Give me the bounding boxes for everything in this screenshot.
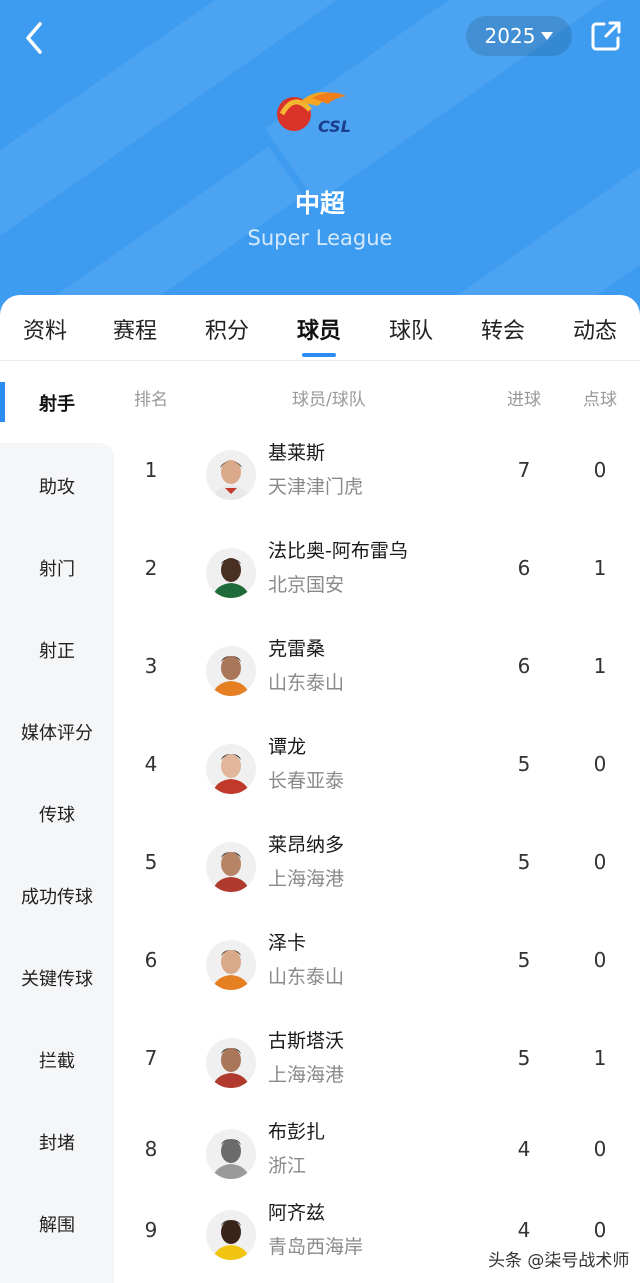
table-row[interactable]: 6 泽卡 山东泰山 5 0 (114, 918, 640, 1016)
league-name: 中超 (294, 189, 345, 218)
player-name: 古斯塔沃 (268, 1030, 345, 1052)
table-row[interactable]: 4 谭龙 长春亚泰 5 0 (114, 722, 640, 820)
column-header-player: 球员/球队 (292, 390, 366, 410)
player-avatar (206, 1210, 256, 1260)
caret-down-icon (541, 32, 554, 40)
player-penalties: 0 (593, 948, 607, 972)
player-rank: 3 (144, 654, 158, 678)
category-successful-passes[interactable]: 成功传球 (0, 883, 114, 909)
share-icon (591, 21, 621, 51)
league-header: 2025 CSL 中超 Super League (0, 0, 640, 320)
player-team: 天津津门虎 (268, 476, 364, 498)
player-avatar (206, 1129, 256, 1179)
player-name: 阿齐兹 (268, 1202, 326, 1224)
league-name-en: Super League (247, 226, 393, 250)
table-row[interactable]: 3 克雷桑 山东泰山 6 1 (114, 624, 640, 722)
tab-schedule[interactable]: 赛程 (100, 313, 170, 345)
player-team: 上海海港 (268, 868, 345, 890)
player-penalties: 0 (593, 1218, 607, 1242)
player-penalties: 0 (593, 850, 607, 874)
category-shots-on-target[interactable]: 射正 (0, 637, 114, 663)
player-goals: 5 (517, 948, 531, 972)
player-rank: 6 (144, 948, 158, 972)
tab-info[interactable]: 资料 (10, 313, 80, 345)
tab-bar: 资料 赛程 积分 球员 球队 转会 动态 (0, 295, 640, 361)
player-avatar (206, 940, 256, 990)
column-header-goals: 进球 (507, 390, 541, 410)
season-year: 2025 (484, 24, 536, 48)
player-team: 浙江 (268, 1155, 307, 1177)
player-goals: 6 (517, 654, 531, 678)
player-avatar (206, 842, 256, 892)
tab-teams[interactable]: 球队 (376, 313, 446, 345)
player-rank: 9 (144, 1218, 158, 1242)
player-goals: 5 (517, 850, 531, 874)
category-scorers[interactable]: 射手 (0, 390, 114, 416)
category-passes[interactable]: 传球 (0, 801, 114, 827)
watermark: 头条 @柒号战术师 (484, 1246, 634, 1271)
player-team: 青岛西海岸 (268, 1236, 364, 1258)
player-rank: 4 (144, 752, 158, 776)
column-header-penalties: 点球 (583, 390, 617, 410)
table-row[interactable]: 5 莱昂纳多 上海海港 5 0 (114, 820, 640, 918)
player-name: 基莱斯 (268, 442, 326, 464)
category-shots[interactable]: 射门 (0, 555, 114, 581)
player-penalties: 1 (593, 1046, 607, 1070)
table-row[interactable]: 7 古斯塔沃 上海海港 5 1 (114, 1016, 640, 1114)
category-clearances[interactable]: 解围 (0, 1211, 114, 1237)
player-goals: 7 (517, 458, 531, 482)
player-rank: 8 (144, 1137, 158, 1161)
player-penalties: 1 (593, 556, 607, 580)
svg-text:CSL: CSL (318, 117, 351, 136)
player-team: 长春亚泰 (268, 770, 345, 792)
player-name: 泽卡 (268, 932, 307, 954)
player-goals: 5 (517, 752, 531, 776)
table-row[interactable]: 1 基莱斯 天津津门虎 7 0 (114, 428, 640, 526)
tab-standings[interactable]: 积分 (192, 313, 262, 345)
chevron-left-icon (26, 22, 42, 54)
category-key-passes[interactable]: 关键传球 (0, 965, 114, 991)
share-button[interactable] (588, 18, 624, 54)
player-team: 上海海港 (268, 1064, 345, 1086)
player-name: 法比奥-阿布雷乌 (268, 540, 408, 562)
player-penalties: 0 (593, 752, 607, 776)
player-name: 克雷桑 (268, 638, 326, 660)
player-goals: 5 (517, 1046, 531, 1070)
player-rank: 1 (144, 458, 158, 482)
table-row[interactable]: 2 法比奥-阿布雷乌 北京国安 6 1 (114, 526, 640, 624)
tab-players[interactable]: 球员 (284, 313, 354, 345)
player-name: 莱昂纳多 (268, 834, 345, 856)
player-rank: 5 (144, 850, 158, 874)
category-assists[interactable]: 助攻 (0, 473, 114, 499)
category-interceptions[interactable]: 拦截 (0, 1047, 114, 1073)
player-avatar (206, 450, 256, 500)
season-selector[interactable]: 2025 (466, 16, 572, 56)
back-button[interactable] (18, 18, 54, 58)
player-avatar (206, 548, 256, 598)
csl-logo: CSL (272, 88, 368, 144)
content-panel: 资料 赛程 积分 球员 球队 转会 动态 射手 助攻 射门 射正 媒体评分 传球… (0, 295, 640, 1283)
player-penalties: 0 (593, 1137, 607, 1161)
player-goals: 4 (517, 1218, 531, 1242)
player-avatar (206, 646, 256, 696)
player-avatar (206, 1038, 256, 1088)
player-rank: 7 (144, 1046, 158, 1070)
player-penalties: 1 (593, 654, 607, 678)
active-tab-indicator (302, 353, 336, 357)
column-header-rank: 排名 (134, 390, 168, 410)
category-blocks[interactable]: 封堵 (0, 1129, 114, 1155)
player-avatar (206, 744, 256, 794)
player-penalties: 0 (593, 458, 607, 482)
player-team: 山东泰山 (268, 966, 345, 988)
category-media-rating[interactable]: 媒体评分 (0, 719, 114, 745)
player-team: 北京国安 (268, 574, 345, 596)
player-goals: 4 (517, 1137, 531, 1161)
tab-news[interactable]: 动态 (560, 313, 630, 345)
player-goals: 6 (517, 556, 531, 580)
tab-transfers[interactable]: 转会 (468, 313, 538, 345)
player-name: 布彭扎 (268, 1121, 326, 1143)
player-rank: 2 (144, 556, 158, 580)
player-team: 山东泰山 (268, 672, 345, 694)
player-name: 谭龙 (268, 736, 307, 758)
